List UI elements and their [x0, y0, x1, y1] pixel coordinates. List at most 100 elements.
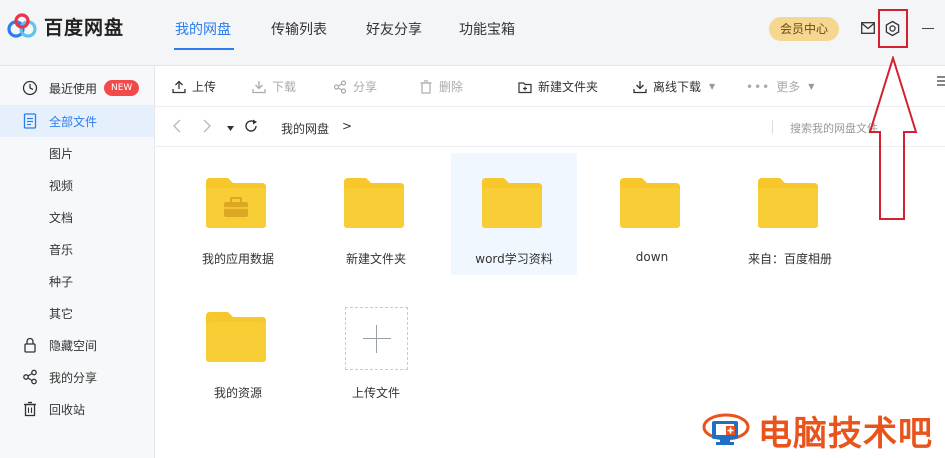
file-name: 我的应用数据	[201, 252, 274, 266]
forward-icon[interactable]	[202, 119, 212, 136]
annotation-arrow	[868, 56, 918, 220]
refresh-icon[interactable]	[244, 119, 258, 136]
more-button[interactable]: ••• 更多 ▼	[746, 78, 814, 95]
sidebar-item-my-shares[interactable]: 我的分享	[0, 361, 154, 393]
sidebar-item-label: 图片	[49, 147, 74, 161]
breadcrumb-separator: >	[342, 119, 353, 133]
file-item[interactable]: 我的资源	[175, 287, 301, 409]
tab-transfer-list[interactable]: 传输列表	[271, 19, 327, 39]
sidebar-item-label: 其它	[49, 307, 74, 321]
new-badge: NEW	[104, 80, 140, 96]
sidebar-item-recent[interactable]: 最近使用 NEW	[0, 72, 154, 104]
sidebar-item-hidden-space[interactable]: 隐藏空间	[0, 329, 154, 361]
file-item[interactable]: down	[589, 153, 715, 275]
upload-file-label: 上传文件	[351, 386, 400, 400]
toolbar: 上传 下载 分享 删除 新建文件夹 离线下载 ▼ ••• 更多 ▼	[155, 66, 945, 107]
file-item[interactable]: 来自：百度相册	[727, 153, 853, 275]
delete-label: 删除	[439, 80, 464, 94]
chevron-down-icon: ▼	[808, 82, 815, 91]
breadcrumb[interactable]: 我的网盘	[281, 120, 329, 137]
file-name: down	[635, 250, 669, 264]
new-folder-icon	[518, 81, 532, 93]
upload-label: 上传	[192, 80, 217, 94]
mail-icon[interactable]	[861, 22, 875, 37]
new-folder-label: 新建文件夹	[538, 80, 599, 94]
tab-my-disk[interactable]: 我的网盘	[175, 19, 231, 39]
sidebar-item-all-files[interactable]: 全部文件	[0, 105, 154, 137]
sidebar-item-label: 最近使用	[49, 82, 98, 96]
sidebar-item-label: 我的分享	[49, 371, 98, 385]
file-item[interactable]: 新建文件夹	[313, 153, 439, 275]
clock-icon	[22, 80, 38, 96]
top-bar: 百度网盘 我的网盘 传输列表 好友分享 功能宝箱 会员中心	[0, 0, 945, 66]
sidebar-item-recycle-bin[interactable]: 回收站	[0, 393, 154, 425]
sidebar-item-label: 隐藏空间	[49, 339, 98, 353]
divider	[772, 120, 773, 134]
sidebar-item-documents[interactable]: 文档	[0, 201, 154, 233]
trash-icon	[22, 401, 38, 417]
sidebar-item-label: 全部文件	[49, 115, 98, 129]
more-label: 更多	[776, 80, 801, 94]
plus-icon	[376, 325, 377, 353]
history-dropdown-icon[interactable]	[227, 121, 234, 135]
share-icon	[22, 369, 38, 385]
new-folder-button[interactable]: 新建文件夹	[518, 78, 598, 95]
tab-toolbox[interactable]: 功能宝箱	[459, 19, 515, 39]
download-icon	[252, 80, 266, 93]
sidebar-item-pictures[interactable]: 图片	[0, 137, 154, 169]
app-logo: 百度网盘	[6, 12, 124, 40]
share-label: 分享	[353, 80, 378, 94]
ellipsis-icon: •••	[746, 79, 771, 94]
file-name: 来自：百度相册	[747, 252, 832, 266]
upload-button[interactable]: 上传	[172, 78, 216, 95]
folder-icon	[206, 312, 266, 362]
tab-friend-share[interactable]: 好友分享	[366, 19, 422, 39]
file-name: 我的资源	[213, 386, 262, 400]
active-tab-indicator	[174, 48, 234, 50]
file-name: word学习资料	[475, 252, 553, 266]
upload-file-tile[interactable]	[345, 307, 408, 370]
file-item[interactable]: word学习资料	[451, 153, 577, 275]
folder-icon	[758, 178, 818, 228]
offline-download-icon	[633, 80, 647, 93]
sidebar-item-label: 回收站	[49, 403, 86, 417]
cloud-logo-icon	[6, 12, 38, 40]
delete-button[interactable]: 删除	[419, 78, 463, 95]
file-icon	[22, 113, 38, 129]
lock-icon	[22, 337, 38, 353]
path-bar: 我的网盘 > 搜索我的网盘文件	[155, 107, 945, 147]
minimize-icon[interactable]	[922, 28, 934, 29]
trash-icon	[420, 79, 432, 94]
vip-center-button[interactable]: 会员中心	[769, 17, 839, 41]
app-title: 百度网盘	[44, 16, 125, 39]
offline-download-label: 离线下载	[653, 80, 702, 94]
sidebar-item-label: 种子	[49, 275, 74, 289]
download-label: 下载	[272, 80, 297, 94]
upload-icon	[172, 80, 186, 93]
sidebar-item-label: 视频	[49, 179, 74, 193]
back-icon[interactable]	[172, 119, 182, 136]
share-button[interactable]: 分享	[333, 78, 377, 95]
settings-highlight-box	[878, 9, 908, 48]
watermark-text: 电脑技术吧	[758, 414, 933, 454]
download-button[interactable]: 下载	[252, 78, 296, 95]
computer-logo-icon	[702, 413, 750, 445]
file-item[interactable]: 我的应用数据	[175, 153, 301, 275]
sidebar-item-torrents[interactable]: 种子	[0, 265, 154, 297]
sidebar-item-label: 文档	[49, 211, 74, 225]
folder-icon	[344, 178, 404, 228]
watermark: 电脑技术吧	[702, 406, 933, 455]
sidebar-item-other[interactable]: 其它	[0, 297, 154, 329]
share-icon	[333, 79, 347, 94]
file-name: 新建文件夹	[345, 252, 406, 266]
folder-icon	[482, 178, 542, 228]
chevron-down-icon: ▼	[709, 82, 716, 91]
search-input[interactable]: 搜索我的网盘文件	[790, 120, 878, 136]
offline-download-button[interactable]: 离线下载 ▼	[633, 78, 715, 95]
folder-icon	[620, 178, 680, 228]
view-toggle-icon[interactable]	[937, 75, 945, 89]
app-folder-icon	[206, 178, 266, 228]
sidebar-item-videos[interactable]: 视频	[0, 169, 154, 201]
sidebar-item-music[interactable]: 音乐	[0, 233, 154, 265]
sidebar: 最近使用 NEW 全部文件 图片 视频 文档 音乐 种子 其它 隐藏空间 我的分…	[0, 66, 155, 458]
